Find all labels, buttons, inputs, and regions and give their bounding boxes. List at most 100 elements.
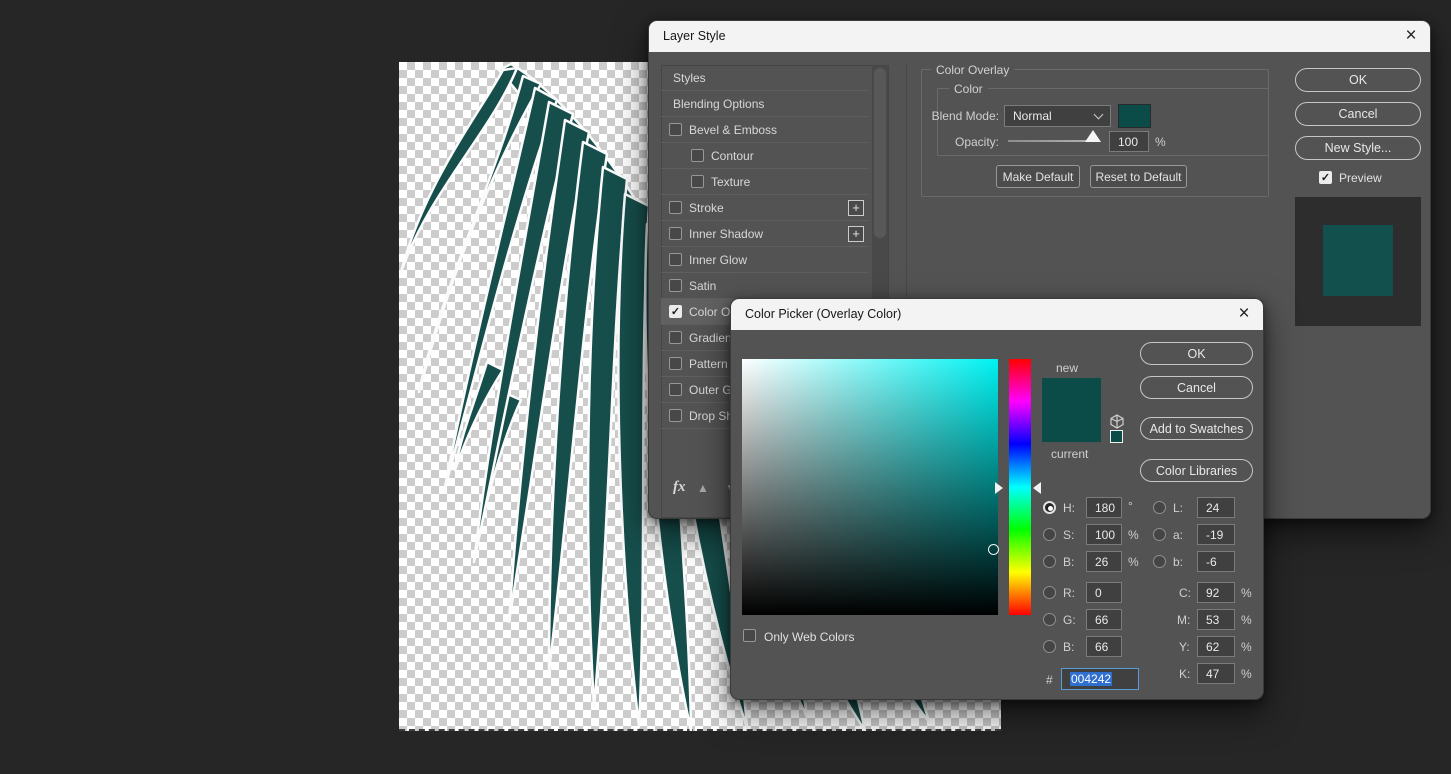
hue-input[interactable]: 180: [1086, 497, 1122, 518]
inner-shadow-checkbox[interactable]: [669, 227, 682, 240]
saturation-input[interactable]: 100: [1086, 524, 1122, 545]
lab-a-radio[interactable]: [1153, 528, 1166, 541]
style-item-styles[interactable]: Styles: [661, 65, 869, 91]
add-to-swatches-button[interactable]: Add to Swatches: [1140, 417, 1253, 440]
saturation-radio[interactable]: [1043, 528, 1056, 541]
hex-value-selected-text: 004242: [1070, 672, 1112, 686]
saturation-label: S:: [1063, 528, 1074, 542]
lab-a-label: a:: [1173, 528, 1183, 542]
close-icon[interactable]: ×: [1398, 24, 1424, 49]
lab-b-label: b:: [1173, 555, 1183, 569]
only-web-colors-checkbox[interactable]: [743, 629, 756, 642]
cyan-unit: %: [1241, 586, 1252, 600]
green-label: G:: [1063, 613, 1076, 627]
color-group-label: Color: [949, 82, 988, 96]
scrollbar-thumb[interactable]: [874, 68, 886, 238]
color-libraries-button[interactable]: Color Libraries: [1140, 459, 1253, 482]
satin-checkbox[interactable]: [669, 279, 682, 292]
opacity-input[interactable]: 100: [1109, 131, 1149, 152]
black-label: K:: [1179, 667, 1190, 681]
blue-label: B:: [1063, 640, 1074, 654]
current-color-swatch[interactable]: [1042, 410, 1101, 442]
red-radio[interactable]: [1043, 586, 1056, 599]
style-item-blending-options[interactable]: Blending Options: [661, 91, 869, 117]
style-item-inner-glow[interactable]: Inner Glow: [661, 247, 869, 273]
hue-slider[interactable]: [1009, 359, 1031, 615]
picker-cancel-button[interactable]: Cancel: [1140, 376, 1253, 399]
hue-marker-right-icon[interactable]: [1033, 482, 1041, 494]
chevron-down-icon: [1094, 110, 1104, 120]
cyan-label: C:: [1179, 586, 1191, 600]
hex-input[interactable]: 004242: [1061, 668, 1139, 690]
brightness-label: B:: [1063, 555, 1074, 569]
blue-radio[interactable]: [1043, 640, 1056, 653]
color-field-marker[interactable]: [988, 544, 999, 555]
contour-checkbox[interactable]: [691, 149, 704, 162]
lab-l-radio[interactable]: [1153, 501, 1166, 514]
new-color-swatch: [1042, 378, 1101, 410]
red-label: R:: [1063, 586, 1075, 600]
black-input[interactable]: 47: [1197, 663, 1235, 684]
style-item-stroke[interactable]: Stroke+: [661, 195, 869, 221]
opacity-slider-thumb[interactable]: [1085, 130, 1101, 142]
bevel-emboss-checkbox[interactable]: [669, 123, 682, 136]
green-radio[interactable]: [1043, 613, 1056, 626]
layer-style-title: Layer Style: [663, 29, 726, 43]
cyan-input[interactable]: 92: [1197, 582, 1235, 603]
style-preview-swatch: [1323, 225, 1393, 296]
magenta-label: M:: [1177, 613, 1190, 627]
new-style-button[interactable]: New Style...: [1295, 136, 1421, 160]
pattern-overlay-checkbox[interactable]: [669, 357, 682, 370]
black-unit: %: [1241, 667, 1252, 681]
only-web-colors-label: Only Web Colors: [764, 630, 854, 644]
brightness-radio[interactable]: [1043, 555, 1056, 568]
lab-a-input[interactable]: -19: [1197, 524, 1235, 545]
close-icon[interactable]: ×: [1231, 302, 1257, 327]
hue-label: H:: [1063, 501, 1075, 515]
lab-b-radio[interactable]: [1153, 555, 1166, 568]
cancel-button[interactable]: Cancel: [1295, 102, 1421, 126]
green-input[interactable]: 66: [1086, 609, 1122, 630]
blend-mode-select[interactable]: Normal: [1004, 105, 1111, 127]
opacity-unit: %: [1155, 135, 1166, 149]
gradient-overlay-checkbox[interactable]: [669, 331, 682, 344]
outer-glow-checkbox[interactable]: [669, 383, 682, 396]
opacity-slider-track[interactable]: [1008, 140, 1096, 142]
color-picker-dialog: Color Picker (Overlay Color) × new curre…: [730, 298, 1264, 700]
hue-radio[interactable]: [1043, 501, 1056, 514]
brightness-input[interactable]: 26: [1086, 551, 1122, 572]
blue-input[interactable]: 66: [1086, 636, 1122, 657]
style-item-inner-shadow[interactable]: Inner Shadow+: [661, 221, 869, 247]
preview-checkbox[interactable]: ✓: [1319, 171, 1332, 184]
style-item-bevel-emboss[interactable]: Bevel & Emboss: [661, 117, 869, 143]
color-overlay-checkbox[interactable]: ✓: [669, 305, 682, 318]
stroke-checkbox[interactable]: [669, 201, 682, 214]
saturation-brightness-field[interactable]: [742, 359, 998, 615]
inner-glow-checkbox[interactable]: [669, 253, 682, 266]
color-overlay-group-label: Color Overlay: [931, 63, 1014, 77]
red-input[interactable]: 0: [1086, 582, 1122, 603]
yellow-unit: %: [1241, 640, 1252, 654]
ok-button[interactable]: OK: [1295, 68, 1421, 92]
drop-shadow-checkbox[interactable]: [669, 409, 682, 422]
add-inner-shadow-icon[interactable]: +: [848, 226, 864, 242]
web-safe-color-swatch[interactable]: [1110, 430, 1123, 443]
make-default-button[interactable]: Make Default: [996, 165, 1080, 188]
style-item-satin[interactable]: Satin: [661, 273, 869, 299]
style-item-contour[interactable]: Contour: [661, 143, 869, 169]
current-color-label: current: [1051, 447, 1088, 461]
yellow-input[interactable]: 62: [1197, 636, 1235, 657]
picker-ok-button[interactable]: OK: [1140, 342, 1253, 365]
move-effect-up-icon[interactable]: ▲: [697, 481, 709, 495]
hue-marker-left-icon[interactable]: [995, 482, 1003, 494]
lab-l-input[interactable]: 24: [1197, 497, 1235, 518]
magenta-input[interactable]: 53: [1197, 609, 1235, 630]
add-stroke-icon[interactable]: +: [848, 200, 864, 216]
lab-b-input[interactable]: -6: [1197, 551, 1235, 572]
web-color-warning-cube-icon[interactable]: [1109, 414, 1125, 429]
reset-to-default-button[interactable]: Reset to Default: [1090, 165, 1187, 188]
overlay-color-swatch[interactable]: [1118, 104, 1151, 128]
style-item-texture[interactable]: Texture: [661, 169, 869, 195]
texture-checkbox[interactable]: [691, 175, 704, 188]
fx-icon[interactable]: fx: [673, 479, 686, 496]
